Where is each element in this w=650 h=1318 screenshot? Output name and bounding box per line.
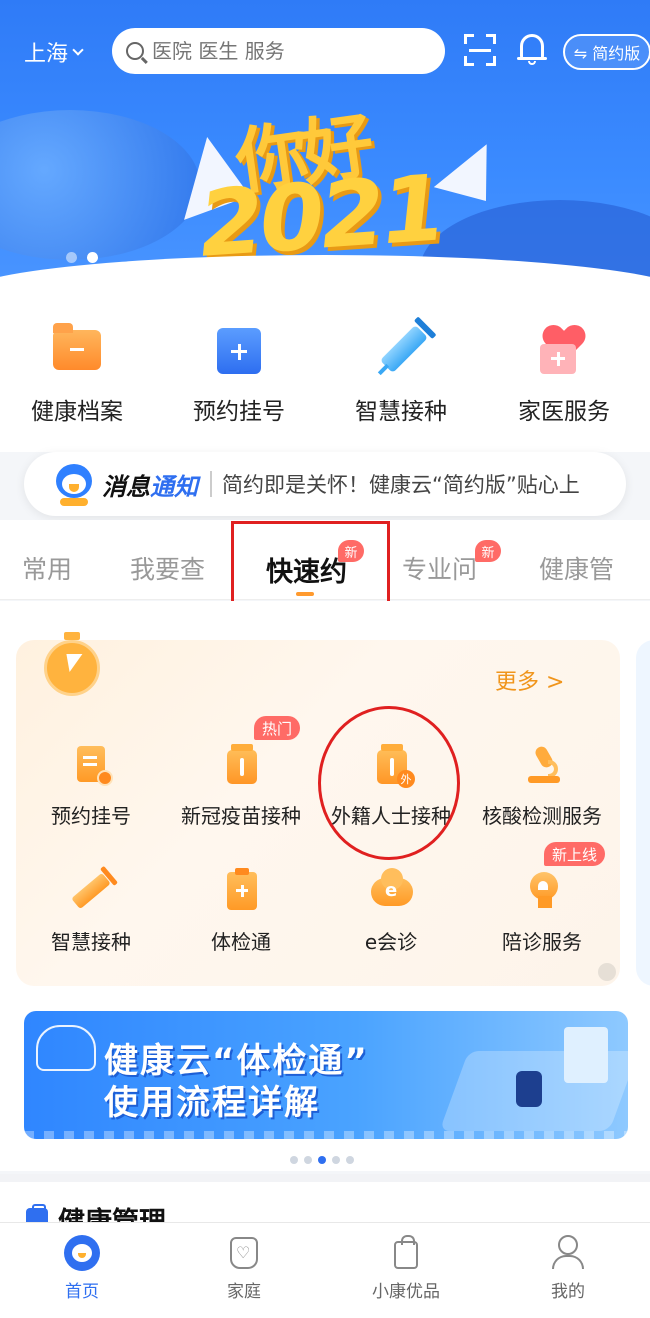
family-icon [226, 1235, 262, 1271]
syringe-icon [373, 322, 429, 378]
notice-text: 简约即是关怀！健康云“简约版”贴心上 [222, 473, 580, 497]
tab-common[interactable]: 常用 [22, 550, 72, 586]
decor-stripe [24, 1131, 628, 1139]
escort-icon [522, 870, 562, 912]
banner-dot[interactable] [66, 252, 77, 263]
hot-badge: 热门 [254, 716, 301, 740]
card-scroll-indicator [598, 963, 616, 981]
family-doctor-icon [536, 322, 592, 378]
divider [210, 471, 212, 497]
nav-profile[interactable]: 我的 [518, 1235, 618, 1302]
illustration-screen [564, 1027, 608, 1083]
banner-pagination [66, 252, 98, 263]
nav-shop[interactable]: 小康优品 [356, 1235, 456, 1302]
quick-entry-label: 家医服务 [518, 399, 610, 425]
banner-artwork: 你好 2021 [150, 95, 510, 278]
notice-bar[interactable]: 消息通知 简约即是关怀！健康云“简约版”贴心上 [24, 452, 626, 516]
shopping-bag-icon [388, 1235, 424, 1271]
service-label: 新冠疫苗接种 [181, 804, 301, 828]
new-online-badge: 新上线 [544, 842, 606, 866]
search-icon [126, 42, 144, 60]
service-covid-vaccine[interactable]: 新冠疫苗接种 [166, 744, 316, 829]
illustration-person [516, 1071, 542, 1107]
service-label: 陪诊服务 [502, 930, 582, 954]
simple-mode-button[interactable]: ⇋ 简约版 [563, 34, 650, 70]
service-label: e会诊 [364, 930, 418, 954]
microscope-icon [522, 744, 562, 786]
service-physical-exam[interactable]: 体检通 [166, 868, 316, 955]
quick-entry-label: 智慧接种 [355, 399, 447, 425]
nav-label: 小康优品 [372, 1282, 440, 1302]
bottom-nav: 首页 家庭 小康优品 我的 [0, 1222, 650, 1318]
bell-icon[interactable] [517, 32, 547, 66]
booking-icon [211, 322, 269, 378]
promo-banner[interactable]: 健康云“体检通” 使用流程详解 [24, 1011, 628, 1139]
health-cloud-logo-icon [36, 1025, 96, 1071]
tab-lookup[interactable]: 我要查 [130, 550, 205, 586]
promo-dot-active[interactable] [318, 1156, 326, 1164]
promo-pagination [290, 1156, 354, 1164]
new-badge: 新 [475, 540, 501, 562]
promo-dot[interactable] [346, 1156, 354, 1164]
city-label: 上海 [24, 42, 69, 67]
appointment-doc-icon [71, 744, 113, 786]
nav-home[interactable]: 首页 [32, 1235, 132, 1302]
promo-dot[interactable] [290, 1156, 298, 1164]
chevron-down-icon [72, 44, 84, 56]
search-bar[interactable] [112, 28, 445, 74]
notice-title: 消息通知 [102, 472, 198, 501]
folder-icon [49, 322, 105, 378]
service-label: 核酸检测服务 [482, 804, 602, 828]
search-input[interactable] [152, 39, 412, 63]
service-nucleic-test[interactable]: 核酸检测服务 [467, 744, 617, 829]
stopwatch-icon [42, 632, 102, 698]
quick-entry-appointment[interactable]: 预约挂号 [164, 322, 314, 426]
service-smart-vaccination[interactable]: 智慧接种 [16, 870, 166, 955]
syringe-icon [71, 870, 111, 912]
quick-entry-grid: 健康档案 预约挂号 智慧接种 家医服务 [0, 292, 650, 452]
next-card-peek[interactable] [636, 640, 650, 986]
scan-icon[interactable] [464, 34, 496, 66]
nav-label: 家庭 [227, 1282, 261, 1302]
service-label: 智慧接种 [51, 930, 131, 954]
home-mascot-icon [64, 1235, 100, 1271]
promo-dot[interactable] [304, 1156, 312, 1164]
cloud-icon: e [371, 868, 413, 912]
user-icon [550, 1235, 586, 1271]
annotation-highlight-circle [318, 706, 460, 860]
top-bar: 上海 ⇋ 简约版 [0, 28, 650, 74]
service-label: 预约挂号 [51, 804, 131, 828]
clipboard-icon [221, 868, 261, 912]
service-escort[interactable]: 陪诊服务 [467, 870, 617, 955]
service-label: 体检通 [211, 930, 271, 954]
nav-label: 首页 [65, 1282, 99, 1302]
more-link[interactable]: 更多 > [495, 664, 564, 696]
tab-health-management[interactable]: 健康管 [539, 550, 614, 586]
quick-entry-smart-vaccination[interactable]: 智慧接种 [326, 322, 476, 426]
quick-entry-health-records[interactable]: 健康档案 [2, 322, 152, 426]
vaccine-jar-icon [221, 744, 261, 786]
quick-entry-family-doctor[interactable]: 家医服务 [489, 322, 639, 426]
service-e-consultation[interactable]: e e会诊 [316, 868, 466, 955]
quick-entry-label: 预约挂号 [193, 399, 285, 425]
promo-line-2: 使用流程详解 [104, 1083, 320, 1123]
nav-label: 我的 [551, 1282, 585, 1302]
nav-family[interactable]: 家庭 [194, 1235, 294, 1302]
city-selector[interactable]: 上海 [24, 36, 84, 68]
tab-consult[interactable]: 专业问 [402, 550, 477, 586]
promo-dot[interactable] [332, 1156, 340, 1164]
banner-dot-active[interactable] [87, 252, 98, 263]
service-appointment[interactable]: 预约挂号 [16, 744, 166, 829]
mascot-icon [54, 460, 94, 508]
quick-entry-label: 健康档案 [31, 399, 123, 425]
